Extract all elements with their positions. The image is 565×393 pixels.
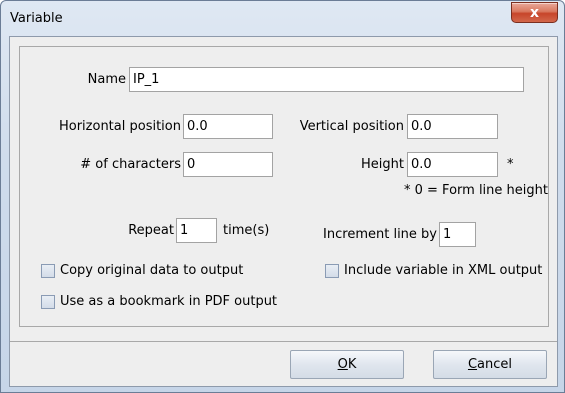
include-xml-checkbox[interactable]: Include variable in XML output [325,263,542,278]
copy-original-label: Copy original data to output [60,263,244,278]
repeat-input[interactable]: 1 [176,218,217,243]
height-asterisk: * [507,157,514,172]
characters-label: # of characters [80,157,181,172]
ok-button[interactable]: OK [290,350,404,379]
bookmark-checkbox[interactable]: Use as a bookmark in PDF output [41,294,277,309]
height-input[interactable]: 0.0 [407,152,498,177]
cancel-mnemonic: C [467,357,478,372]
horizontal-position-label: Horizontal position [58,119,181,134]
close-icon: x [529,4,540,21]
ok-mnemonic: O [337,357,348,372]
repeat-unit-label: time(s) [223,223,270,238]
cancel-label: ancel [477,357,513,372]
bookmark-label: Use as a bookmark in PDF output [60,294,278,309]
dialog-body: Name IP_1 Horizontal position 0.0 Vertic… [9,36,558,387]
copy-original-checkbox[interactable]: Copy original data to output [41,263,243,278]
horizontal-position-input[interactable]: 0.0 [183,114,273,139]
checkbox-box[interactable] [41,263,55,278]
vertical-position-label: Vertical position [299,119,404,134]
vertical-position-input[interactable]: 0.0 [407,114,498,139]
ok-label: K [347,357,357,372]
include-xml-label: Include variable in XML output [344,263,543,278]
height-note: * 0 = Form line height [404,183,548,198]
increment-label: Increment line by [323,227,437,242]
checkbox-box[interactable] [325,263,339,278]
increment-input[interactable]: 1 [439,222,476,247]
form-panel: Name IP_1 Horizontal position 0.0 Vertic… [19,46,549,327]
height-label: Height [361,157,404,172]
button-separator [10,341,557,342]
cancel-button[interactable]: Cancel [433,350,547,379]
variable-dialog: Variable x Name IP_1 Horizontal position… [0,0,565,393]
title-bar[interactable]: Variable x [1,1,564,36]
characters-input[interactable]: 0 [183,152,273,177]
repeat-label: Repeat [128,223,174,238]
close-button[interactable]: x [511,2,558,23]
name-input[interactable]: IP_1 [129,67,524,92]
name-label: Name [87,72,126,87]
window-title: Variable [10,11,63,26]
checkbox-box[interactable] [41,294,55,309]
